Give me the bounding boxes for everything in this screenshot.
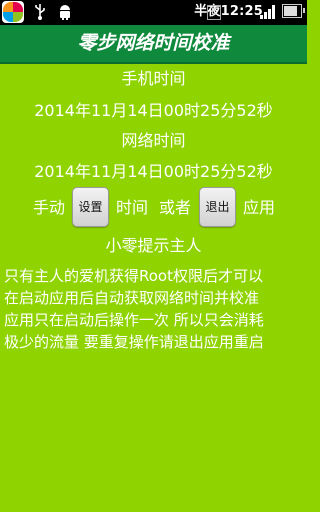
network-time-value: 2014年11月14日00时25分52秒	[34, 162, 273, 181]
tips-line: 应用只在启动后操作一次 所以只会消耗	[4, 311, 264, 329]
android-icon	[58, 4, 72, 25]
status-time: 半夜12:25	[194, 4, 263, 19]
battery-icon	[282, 4, 305, 18]
title-bar: 零步网络时间校准	[0, 25, 307, 64]
phone-time-value: 2014年11月14日00时25分52秒	[34, 101, 273, 120]
time-label: 时间	[116, 198, 149, 217]
signal-icon	[260, 5, 276, 19]
tips-line: 只有主人的爱机获得Root权限后才可以	[4, 267, 263, 285]
or-label: 或者	[159, 198, 192, 217]
status-bar: 半夜12:25 E	[0, 0, 307, 25]
exit-button[interactable]: 退出	[199, 187, 236, 227]
tips-line: 极少的流量 要重复操作请退出应用重启	[4, 333, 264, 351]
settings-button[interactable]: 设置	[72, 187, 109, 227]
page-title: 零步网络时间校准	[77, 32, 230, 54]
apply-label: 应用	[243, 198, 276, 217]
phone-time-label: 手机时间	[121, 69, 186, 88]
manual-label: 手动	[33, 198, 66, 217]
tips-line: 在启动应用后自动获取网络时间并校准	[4, 289, 260, 307]
app-icon	[2, 1, 24, 23]
network-time-label: 网络时间	[121, 131, 186, 150]
tips-paragraph: 只有主人的爱机获得Root权限后才可以 在启动应用后自动获取网络时间并校准 应用…	[4, 265, 305, 353]
data-e-icon: E	[207, 5, 221, 20]
usb-icon	[33, 4, 47, 25]
tips-heading: 小零提示主人	[105, 236, 202, 255]
